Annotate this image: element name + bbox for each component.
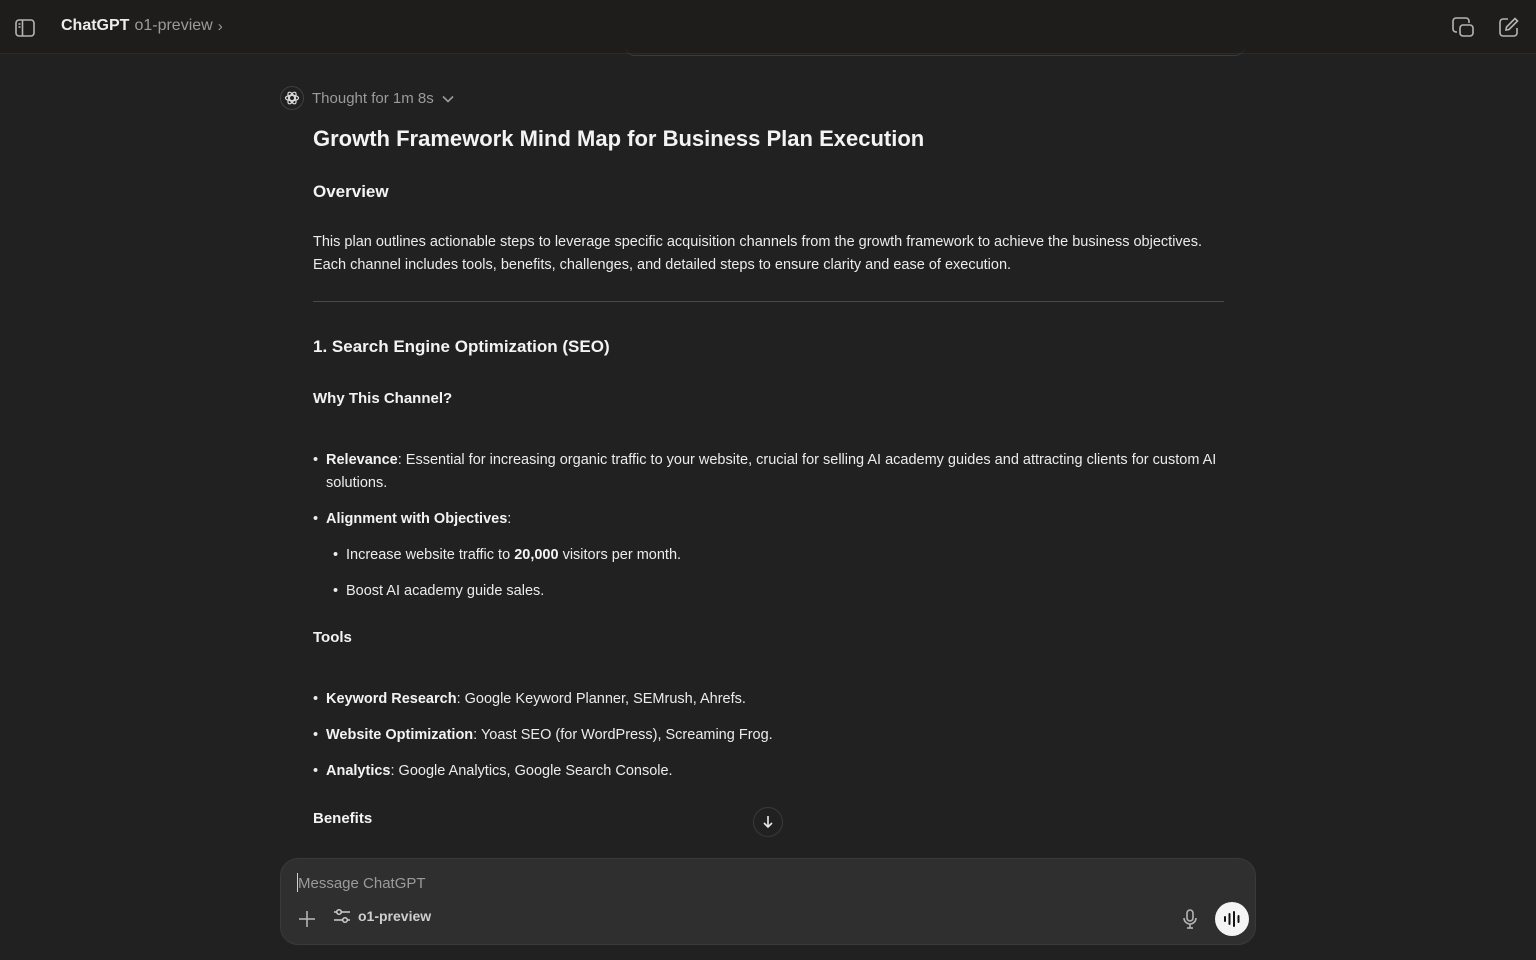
thought-toggle[interactable]: Thought for 1m 8s: [312, 90, 454, 107]
list-item-label: Alignment with Objectives: [326, 511, 508, 527]
sliders-icon: [334, 908, 350, 924]
model-selector[interactable]: ChatGPT o1-preview ›: [61, 17, 223, 35]
list-item: • Alignment with Objectives:: [313, 511, 512, 527]
thought-row: Thought for 1m 8s: [280, 86, 454, 110]
divider: [313, 301, 1224, 302]
list-item: • Website Optimization: Yoast SEO (for W…: [313, 727, 773, 743]
list-item-text: : Google Analytics, Google Search Consol…: [390, 763, 673, 779]
model-options-button[interactable]: o1-preview: [333, 908, 431, 924]
list-item-text: : Essential for increasing organic traff…: [326, 452, 1217, 491]
waveform-icon: [1224, 911, 1240, 927]
microphone-icon[interactable]: [1178, 907, 1202, 931]
arrow-down-icon: [763, 816, 773, 829]
list-item-label: Relevance: [326, 452, 398, 468]
model-name: o1-preview: [134, 17, 213, 34]
model-options-label: o1-preview: [358, 908, 432, 924]
list-item: • Keyword Research: Google Keyword Plann…: [313, 691, 746, 707]
benefits-heading: Benefits: [313, 810, 373, 827]
scroll-to-bottom-button[interactable]: [753, 807, 783, 837]
app-name: ChatGPT: [61, 17, 130, 34]
chevron-down-icon: [442, 90, 454, 107]
list-item-text: : Yoast SEO (for WordPress), Screaming F…: [473, 727, 773, 743]
tools-heading: Tools: [313, 629, 352, 646]
temporary-chat-icon[interactable]: [1450, 14, 1476, 40]
list-item: • Relevance: Essential for increasing or…: [313, 452, 1217, 491]
message-title: Growth Framework Mind Map for Business P…: [313, 126, 925, 151]
message-input[interactable]: [296, 871, 1156, 895]
list-item-label: Analytics: [326, 763, 391, 779]
sidebar-toggle-icon[interactable]: [12, 15, 38, 41]
list-item-text: : Google Keyword Planner, SEMrush, Ahref…: [456, 691, 746, 707]
chatgpt-logo-icon: [280, 86, 304, 110]
message-composer: o1-preview: [280, 858, 1256, 945]
voice-mode-button[interactable]: [1215, 902, 1249, 936]
previous-message-edge: [625, 46, 1245, 56]
list-item-text: :: [507, 511, 512, 527]
list-item-label: Keyword Research: [326, 691, 457, 707]
overview-heading: Overview: [313, 182, 389, 201]
overview-paragraph: This plan outlines actionable steps to l…: [313, 234, 1203, 273]
sub-list-item: • Boost AI academy guide sales.: [333, 583, 545, 599]
new-chat-icon[interactable]: [1496, 14, 1522, 40]
seo-heading: 1. Search Engine Optimization (SEO): [313, 337, 610, 356]
why-channel-heading: Why This Channel?: [313, 390, 453, 407]
attach-plus-icon[interactable]: [295, 907, 319, 931]
text-caret: [297, 873, 298, 892]
chevron-right-icon: ›: [217, 17, 223, 35]
list-item-label: Website Optimization: [326, 727, 474, 743]
thought-label: Thought for 1m 8s: [312, 89, 434, 107]
sub-list-item: • Increase website traffic to 20,000 vis…: [333, 547, 682, 563]
list-item: • Analytics: Google Analytics, Google Se…: [313, 763, 673, 779]
